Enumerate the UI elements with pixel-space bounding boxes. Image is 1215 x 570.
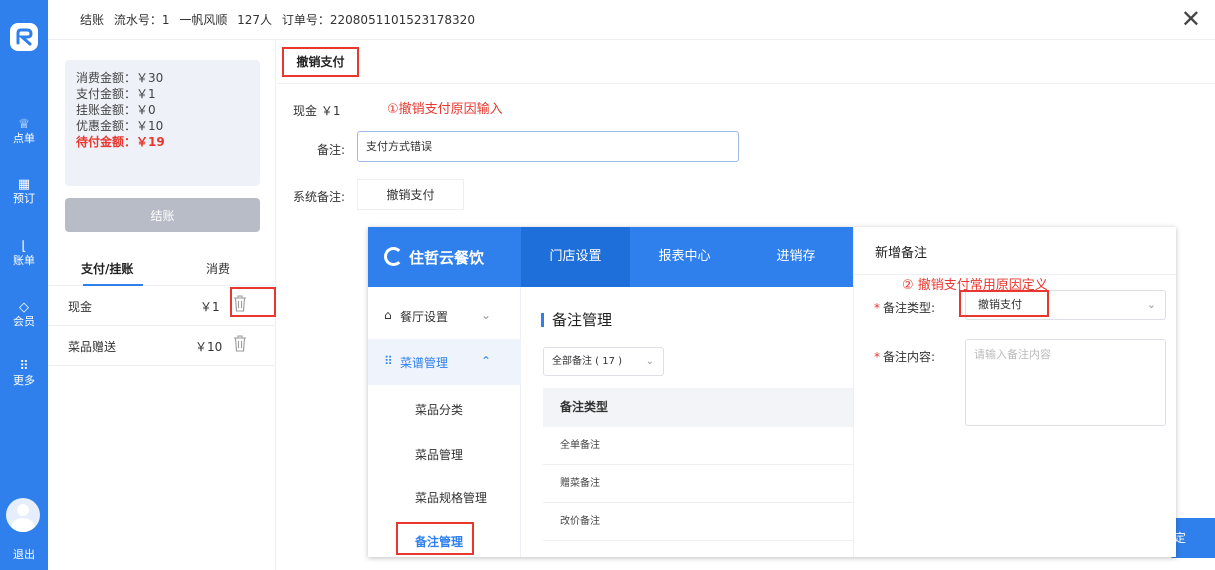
close-icon[interactable]: ✕ bbox=[1181, 6, 1201, 32]
header-title: 结账 bbox=[80, 13, 105, 27]
calendar-icon: ▦ bbox=[17, 177, 31, 192]
table-row[interactable]: 全单备注 bbox=[543, 427, 853, 465]
payment-name: 菜品赠送 bbox=[68, 340, 117, 354]
sidebar-item-dish-category[interactable]: 菜品分类 bbox=[415, 401, 463, 418]
tab-cancel-payment[interactable]: 撤销支付 bbox=[282, 47, 359, 77]
grid-icon: ⠿ bbox=[19, 359, 29, 374]
avatar[interactable] bbox=[6, 498, 40, 532]
rail-item-more[interactable]: ⠿ 更多 bbox=[0, 359, 48, 388]
tab-consume[interactable]: 消费 bbox=[206, 260, 230, 277]
system-remark-label: 系统备注: bbox=[293, 190, 346, 204]
remark-label: 备注: bbox=[317, 143, 346, 157]
rail-item-label: 预订 bbox=[13, 192, 35, 205]
checkout-header: 结账 流水号：1 一帆风顺 127人 订单号：22080511015231783… bbox=[48, 0, 1215, 40]
payment-row: 菜品赠送 ￥10 bbox=[48, 326, 276, 366]
home-icon: ⌂ bbox=[384, 308, 392, 322]
sidebar-group-label: 餐厅设置 bbox=[400, 310, 449, 324]
left-tabs: 支付/挂账 消费 bbox=[48, 250, 276, 286]
rail-item-label: 更多 bbox=[13, 374, 35, 387]
crown-icon: ♕ bbox=[18, 117, 30, 132]
settle-button[interactable]: 结账 bbox=[65, 198, 260, 232]
logout-button[interactable]: 退出 bbox=[0, 546, 48, 562]
admin-brand: 住哲云餐饮 bbox=[384, 247, 484, 268]
rail-item-order[interactable]: ♕ 点单 bbox=[0, 117, 48, 146]
consume-amount: 消费金额：￥30 bbox=[76, 71, 164, 85]
rail-item-members[interactable]: ◇ 会员 bbox=[0, 300, 48, 329]
order-number: 订单号：2208051101523178320 bbox=[281, 13, 475, 27]
filter-value: 全部备注 ( 17 ) bbox=[552, 356, 623, 367]
nav-store-settings[interactable]: 门店设置 bbox=[521, 227, 630, 287]
confirm-button[interactable]: 定 bbox=[1170, 518, 1215, 558]
add-remark-drawer: 新增备注 ② 撤销支付常用原因定义 * 备注类型: 撤销支付 ⌄ * 备注内容: 请… bbox=[853, 227, 1176, 557]
page-title: 备注管理 bbox=[541, 309, 612, 330]
apps-icon: ⠿ bbox=[384, 354, 393, 368]
payment-amount: ￥1 bbox=[200, 300, 220, 314]
rail-item-label: 点单 bbox=[13, 132, 35, 145]
system-remark-chip[interactable]: 撤销支付 bbox=[357, 179, 464, 210]
chevron-up-icon: ⌃ bbox=[481, 354, 492, 368]
trash-icon[interactable] bbox=[233, 335, 247, 352]
drawer-title: 新增备注 bbox=[875, 246, 928, 261]
table-row[interactable]: 改价备注 bbox=[543, 503, 853, 541]
sidebar-group-menu[interactable]: ⠿ 菜谱管理 ⌃ bbox=[368, 339, 521, 385]
payment-amount: ￥10 bbox=[195, 340, 223, 354]
remark-content-label: * 备注内容: bbox=[874, 350, 936, 364]
brand-name: 住哲云餐饮 bbox=[409, 249, 485, 267]
guest-count: 127人 bbox=[237, 13, 273, 27]
brand-logo-icon bbox=[384, 247, 403, 266]
rail-item-booking[interactable]: ▦ 预订 bbox=[0, 177, 48, 206]
nav-rail: ♕ 点单 ▦ 预订 ⌊ 账单 ◇ 会员 ⠿ 更多 退出 bbox=[0, 0, 48, 570]
nav-report-center[interactable]: 报表中心 bbox=[630, 227, 739, 287]
amount-summary: 消费金额：￥30 支付金额：￥1 挂账金额：￥0 优惠金额：￥10 待付金额：￥… bbox=[65, 60, 260, 186]
tab-pay-credit[interactable]: 支付/挂账 bbox=[81, 260, 133, 277]
table-row[interactable]: 赠菜备注 bbox=[543, 465, 853, 503]
sidebar-group-label: 菜谱管理 bbox=[400, 356, 449, 370]
payment-row: 现金 ￥1 bbox=[48, 286, 276, 326]
app-logo-icon bbox=[10, 23, 38, 51]
rail-item-label: 会员 bbox=[13, 315, 35, 328]
chevron-down-icon: ⌄ bbox=[645, 356, 654, 367]
payment-name: 现金 bbox=[68, 300, 93, 314]
nav-inventory[interactable]: 进销存 bbox=[739, 227, 853, 287]
diamond-icon: ◇ bbox=[19, 300, 29, 315]
remark-filter-select[interactable]: 全部备注 ( 17 ) ⌄ bbox=[543, 347, 664, 376]
credit-amount: 挂账金额：￥0 bbox=[76, 103, 156, 117]
paid-amount: 支付金额：￥1 bbox=[76, 87, 156, 101]
table-name: 一帆风顺 bbox=[179, 13, 228, 27]
order-info: 结账 流水号：1 一帆风顺 127人 订单号：22080511015231783… bbox=[80, 11, 481, 28]
chevron-down-icon: ⌄ bbox=[481, 308, 492, 322]
serial-number: 流水号：1 bbox=[113, 13, 170, 27]
remark-list-content: 备注管理 全部备注 ( 17 ) ⌄ 备注类型 全单备注 赠菜备注 改价备注 bbox=[521, 287, 853, 557]
table-header: 备注类型 bbox=[543, 388, 853, 427]
remark-content-textarea[interactable]: 请输入备注内容 bbox=[965, 339, 1166, 426]
admin-screenshot-overlay: 住哲云餐饮 门店设置 报表中心 进销存 ⌂ 餐厅设置 ⌄ ⠿ 菜谱管理 ⌃ 菜品… bbox=[368, 227, 1176, 557]
cash-amount: 现金 ￥1 bbox=[293, 104, 341, 118]
remark-input[interactable]: 支付方式错误 bbox=[357, 131, 739, 162]
main-tab-bar: 撤销支付 bbox=[277, 40, 1215, 84]
highlight-box bbox=[396, 522, 474, 555]
rail-item-bills[interactable]: ⌊ 账单 bbox=[0, 239, 48, 268]
highlight-box bbox=[230, 287, 276, 317]
rail-item-label: 账单 bbox=[13, 254, 35, 267]
chart-icon: ⌊ bbox=[21, 239, 27, 254]
chevron-down-icon: ⌄ bbox=[1146, 298, 1156, 311]
settle-panel: 消费金额：￥30 支付金额：￥1 挂账金额：￥0 优惠金额：￥10 待付金额：￥… bbox=[48, 40, 276, 570]
sidebar-group-restaurant[interactable]: ⌂ 餐厅设置 ⌄ bbox=[368, 293, 521, 339]
discount-amount: 优惠金额：￥10 bbox=[76, 119, 164, 133]
highlight-box bbox=[959, 290, 1049, 317]
sidebar-item-dish-spec[interactable]: 菜品规格管理 bbox=[415, 489, 487, 506]
admin-top-nav: 住哲云餐饮 门店设置 报表中心 进销存 bbox=[368, 227, 853, 287]
sidebar-item-dish-management[interactable]: 菜品管理 bbox=[415, 446, 463, 463]
admin-sidebar: ⌂ 餐厅设置 ⌄ ⠿ 菜谱管理 ⌃ 菜品分类 菜品管理 菜品规格管理 备注管理 bbox=[368, 287, 521, 557]
remark-type-label: * 备注类型: bbox=[874, 301, 936, 315]
step1-annotation: ①撤销支付原因输入 bbox=[387, 102, 503, 117]
due-amount: 待付金额：￥19 bbox=[76, 135, 165, 149]
